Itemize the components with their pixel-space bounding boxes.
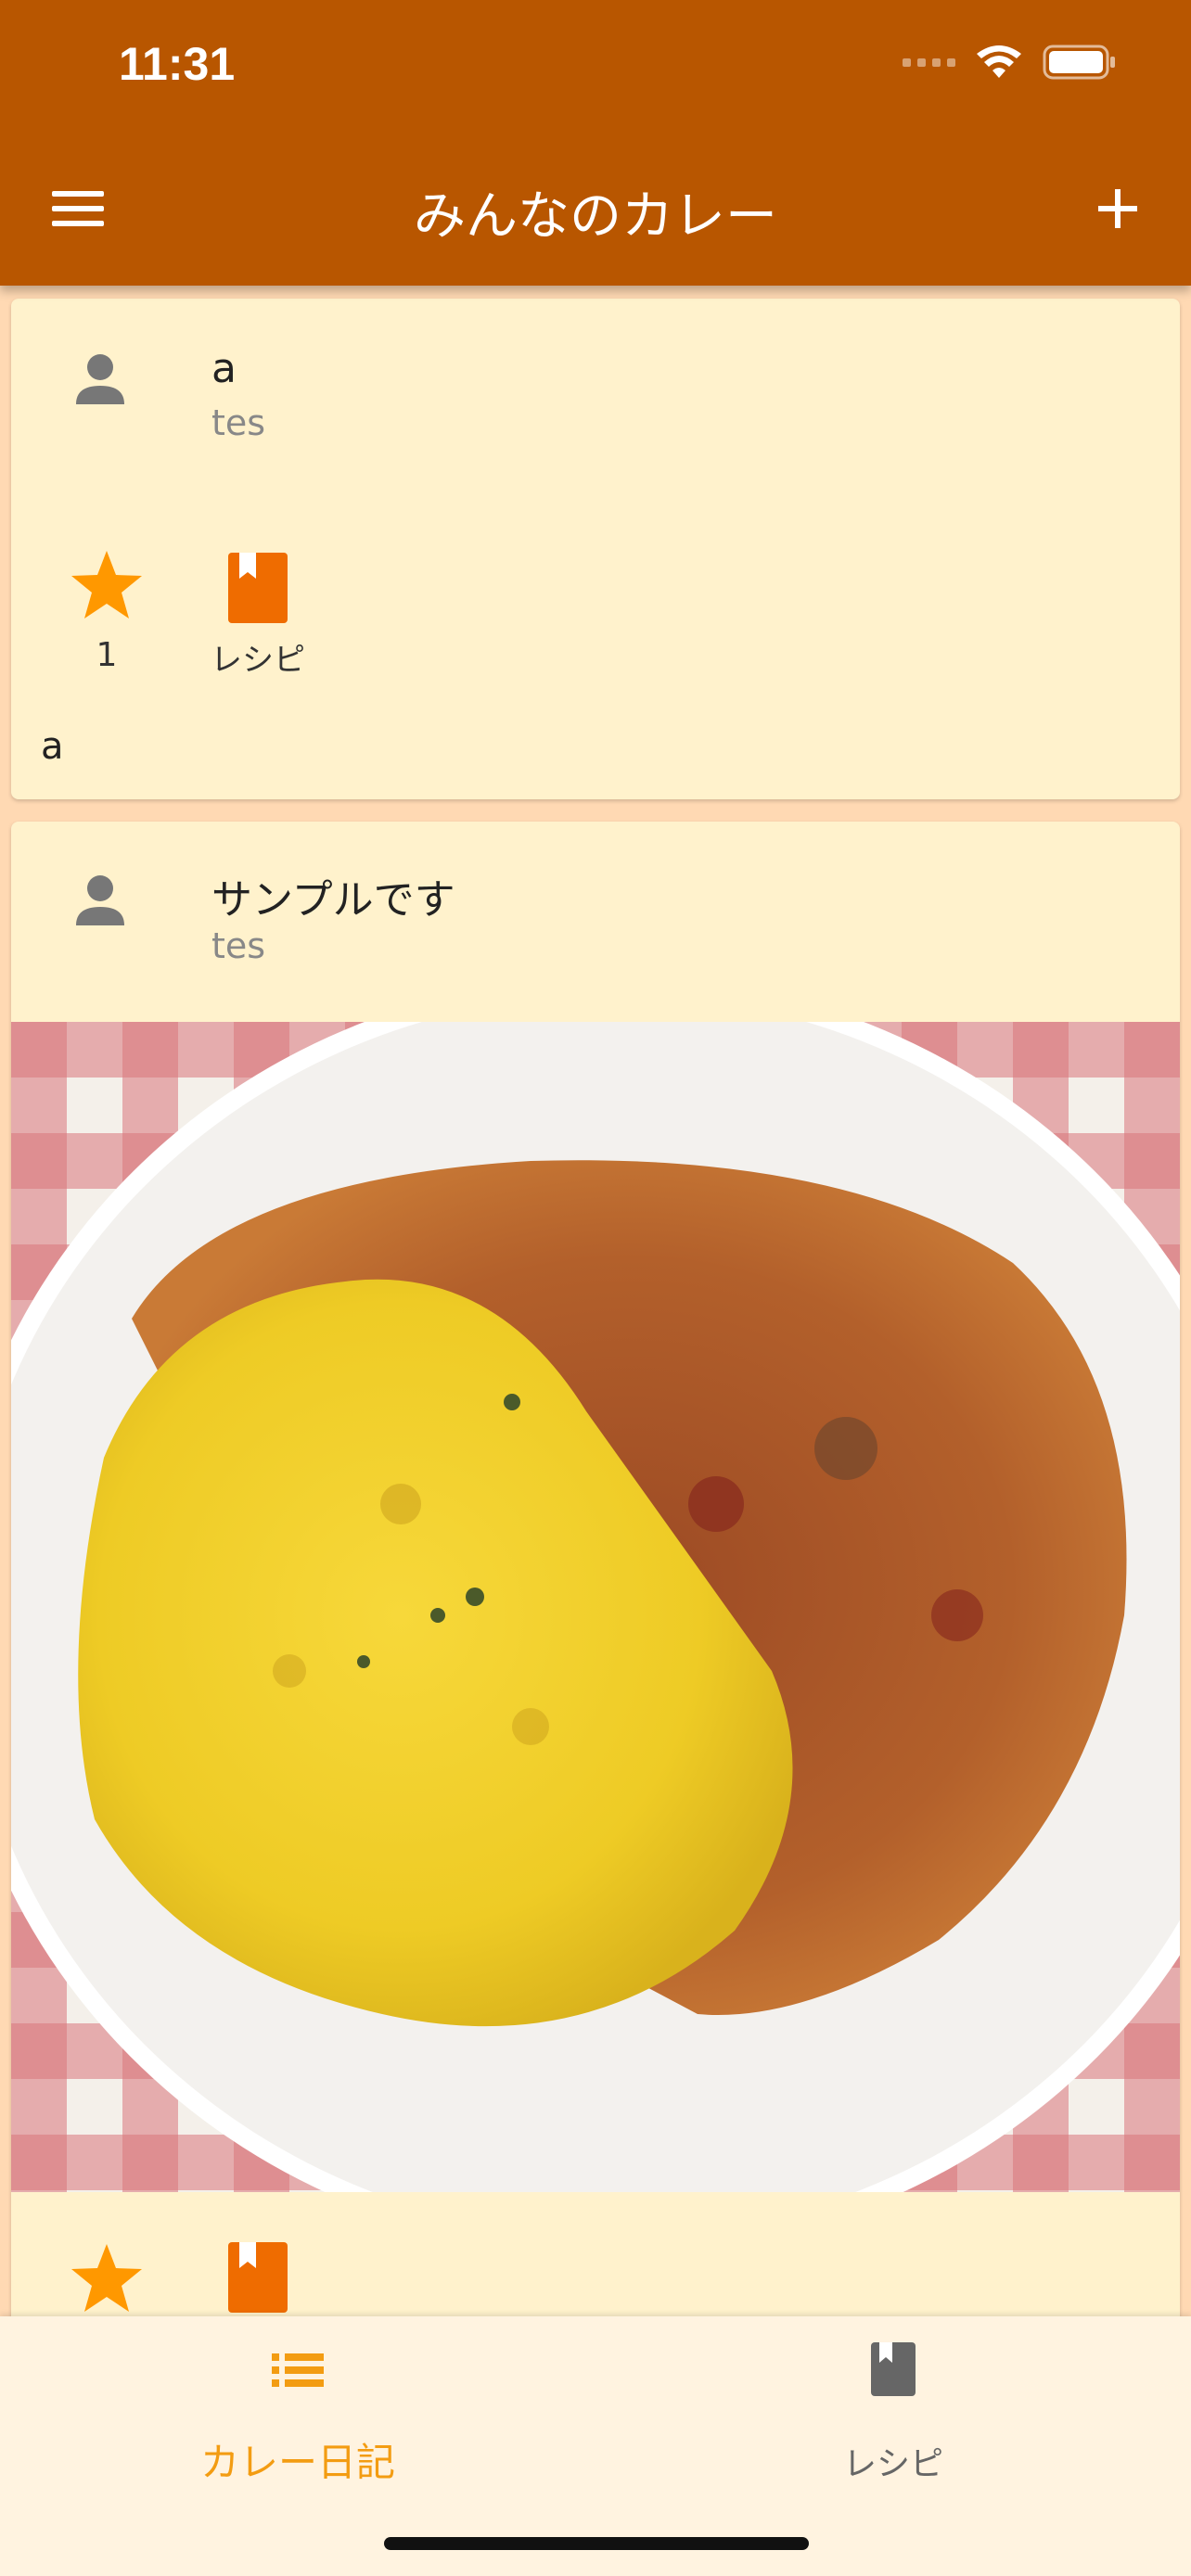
status-icons — [903, 45, 1117, 80]
post-card[interactable]: サンプルです tes — [11, 822, 1180, 2324]
post-author: tes — [211, 925, 266, 966]
tab-label: カレー日記 — [199, 2440, 395, 2485]
recipe-label: レシピ — [211, 642, 305, 679]
curry-photo — [11, 1022, 1180, 2192]
recipe-book-icon[interactable] — [226, 551, 289, 625]
post-title: a — [211, 345, 237, 392]
signal-icon — [903, 57, 955, 67]
home-indicator[interactable] — [384, 2537, 809, 2550]
tab-curry-diary[interactable]: カレー日記 — [0, 2316, 596, 2502]
wifi-icon — [977, 45, 1021, 78]
status-time: 11:31 — [119, 38, 236, 90]
post-author: tes — [211, 402, 266, 443]
star-icon[interactable] — [69, 2240, 145, 2316]
battery-icon — [1043, 45, 1115, 80]
person-icon — [76, 875, 124, 925]
list-icon — [272, 2353, 324, 2387]
star-icon[interactable] — [69, 547, 145, 623]
post-title: サンプルです — [211, 876, 455, 924]
person-icon — [76, 354, 124, 404]
book-icon — [871, 2342, 916, 2396]
tab-label: レシピ — [842, 2445, 943, 2483]
page-title: みんなのカレー — [414, 186, 777, 247]
like-count: 1 — [96, 636, 118, 674]
app-bar: 11:31 みんなのカレー — [0, 0, 1191, 286]
post-comment: a — [41, 725, 64, 768]
bottom-navigation: カレー日記 レシピ — [0, 2316, 1191, 2576]
add-post-button[interactable] — [1085, 176, 1150, 241]
post-card[interactable]: a tes 1 レシピ a — [11, 299, 1180, 799]
recipe-book-icon[interactable] — [226, 2240, 289, 2315]
tab-recipe[interactable]: レシピ — [596, 2316, 1191, 2502]
